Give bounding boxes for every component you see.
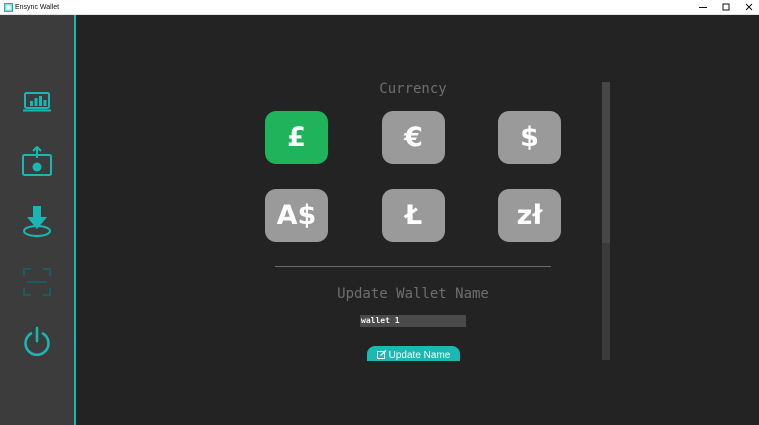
send-upload-icon	[22, 146, 52, 176]
sidebar	[0, 15, 76, 425]
scrollbar-thumb[interactable]	[602, 82, 610, 243]
currency-eur-button[interactable]: €	[382, 111, 445, 164]
update-name-button[interactable]: Update Name	[367, 346, 460, 361]
sidebar-item-receive[interactable]	[18, 203, 56, 241]
sidebar-item-send[interactable]	[18, 143, 56, 181]
update-name-label: Update Name	[388, 349, 451, 361]
wallet-name-input[interactable]: wallet 1	[360, 315, 466, 327]
window-title: Ensync Wallet	[15, 4, 60, 11]
window-titlebar: Ensync Wallet	[0, 0, 759, 15]
maximize-icon	[722, 3, 729, 11]
sidebar-item-power[interactable]	[18, 323, 56, 361]
close-icon	[745, 3, 752, 11]
scrollbar[interactable]	[602, 82, 610, 360]
currency-ltc-button[interactable]: Ł	[382, 189, 445, 242]
scan-qr-icon	[23, 268, 51, 296]
maximize-button[interactable]	[714, 0, 737, 14]
minimize-icon	[698, 7, 707, 8]
receive-download-icon	[23, 206, 51, 237]
settings-panel: Currency £ € $ A$ Ł zł Update Wallet Nam…	[76, 15, 759, 425]
sidebar-item-scan[interactable]	[18, 263, 56, 301]
power-icon	[24, 326, 50, 357]
currency-aud-button[interactable]: A$	[265, 189, 328, 242]
close-button[interactable]	[737, 0, 759, 14]
section-divider	[275, 266, 551, 267]
update-wallet-name-heading: Update Wallet Name	[337, 286, 489, 302]
currency-usd-button[interactable]: $	[498, 111, 561, 164]
edit-icon	[376, 350, 387, 359]
app-logo-icon	[4, 3, 13, 12]
currency-pln-button[interactable]: zł	[498, 189, 561, 242]
minimize-button[interactable]	[691, 0, 714, 14]
dashboard-chart-icon	[23, 92, 51, 112]
currency-heading: Currency	[379, 81, 447, 97]
sidebar-item-dashboard[interactable]	[18, 83, 56, 121]
currency-gbp-button[interactable]: £	[265, 111, 328, 164]
